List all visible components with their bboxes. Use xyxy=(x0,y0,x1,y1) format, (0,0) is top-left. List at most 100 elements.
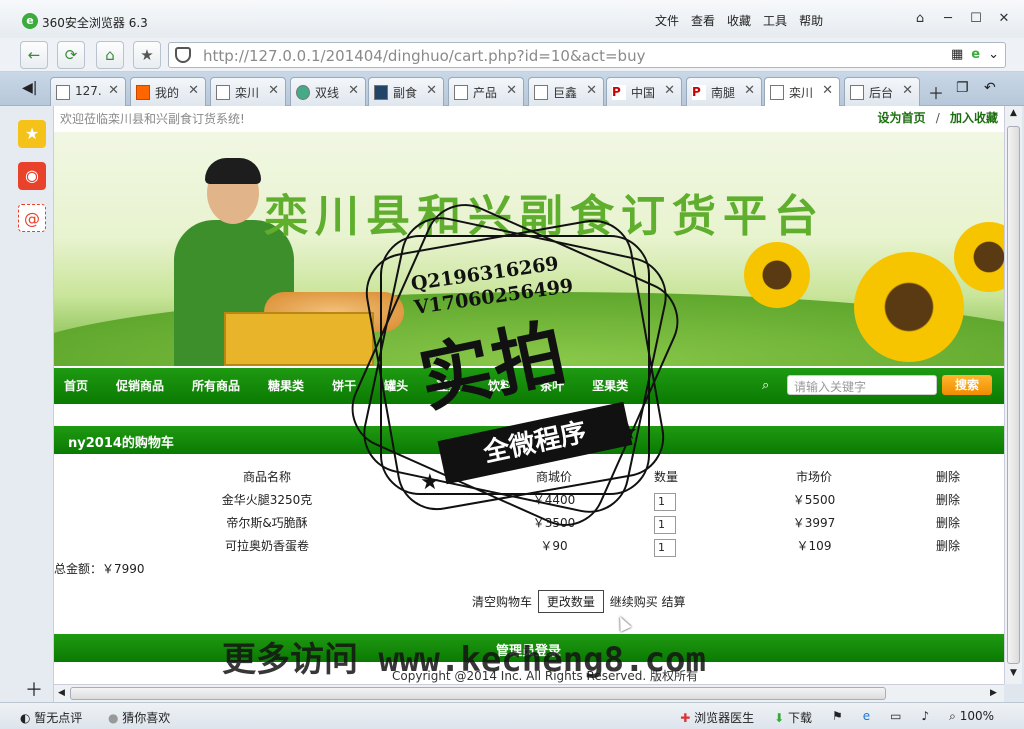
vertical-scroll-thumb[interactable] xyxy=(1007,126,1020,664)
scroll-up-icon[interactable]: ▲ xyxy=(1010,108,1017,118)
window-icon[interactable]: ▭ xyxy=(890,709,901,726)
zoom-control[interactable]: ⌕ 100% xyxy=(949,709,994,726)
tab-8[interactable]: P 中国 ✕ xyxy=(606,77,682,106)
quantity-input[interactable]: 1 xyxy=(654,539,676,557)
search-input[interactable]: 请输入关键字 xyxy=(787,375,937,395)
quantity-input[interactable]: 1 xyxy=(654,516,676,534)
ie-icon[interactable]: e xyxy=(863,709,870,726)
delete-link[interactable]: 删除 xyxy=(928,514,968,531)
tab-11[interactable]: 后台 ✕ xyxy=(844,77,920,106)
menu-help[interactable]: 帮助 xyxy=(799,12,823,29)
tab-close-icon[interactable]: ✕ xyxy=(902,83,913,98)
address-url[interactable]: http://127.0.0.1/201404/dinghuo/cart.php… xyxy=(203,47,645,65)
menu-favorites[interactable]: 收藏 xyxy=(727,12,751,29)
scroll-down-icon[interactable]: ▼ xyxy=(1010,668,1017,678)
nav-home[interactable]: 首页 xyxy=(64,377,102,394)
scroll-left-icon[interactable]: ◀ xyxy=(58,688,65,698)
update-quantity-button[interactable]: 更改数量 xyxy=(537,590,604,613)
refresh-button[interactable]: ⟳ xyxy=(57,41,85,69)
tab-close-icon[interactable]: ✕ xyxy=(664,83,675,98)
menu-tools[interactable]: 工具 xyxy=(763,12,787,29)
address-actions: ▦ e ⌄ xyxy=(951,47,999,62)
item-name[interactable]: 金华火腿3250克 xyxy=(202,491,332,508)
undo-close-icon[interactable]: ↶ xyxy=(984,80,996,96)
tab-close-icon[interactable]: ✕ xyxy=(744,83,755,98)
clear-cart-link[interactable]: 清空购物车 xyxy=(472,595,532,609)
horizontal-scroll-thumb[interactable] xyxy=(70,687,886,700)
continue-shopping-link[interactable]: 继续购买 xyxy=(610,595,658,609)
tab-10-active[interactable]: 栾川 ✕ xyxy=(764,77,840,106)
browser-sidebar: ★ ◉ @ ＋ xyxy=(0,106,54,702)
chevron-down-icon[interactable]: ⌄ xyxy=(988,47,999,62)
nav-all-products[interactable]: 所有商品 xyxy=(192,377,254,394)
delete-link[interactable]: 删除 xyxy=(928,491,968,508)
nav-beans[interactable]: 豆类 xyxy=(436,377,474,394)
tab-close-icon[interactable]: ✕ xyxy=(506,83,517,98)
nav-canned[interactable]: 罐头 xyxy=(384,377,422,394)
speed-icon[interactable]: ⚑ xyxy=(832,709,843,726)
menu-view[interactable]: 查看 xyxy=(691,12,715,29)
basket-image xyxy=(224,312,374,366)
checkout-link[interactable]: 结算 xyxy=(662,595,686,609)
nav-promo[interactable]: 促销商品 xyxy=(116,377,178,394)
tab-7[interactable]: 巨鑫 ✕ xyxy=(528,77,604,106)
quantity-input[interactable]: 1 xyxy=(654,493,676,511)
nav-biscuit[interactable]: 饼干 xyxy=(332,377,370,394)
menu-file[interactable]: 文件 xyxy=(655,12,679,29)
tab-3[interactable]: 栾川 ✕ xyxy=(210,77,286,106)
set-home-link[interactable]: 设为首页 xyxy=(878,111,926,125)
add-sidebar-icon[interactable]: ＋ xyxy=(25,676,43,702)
weibo-icon[interactable]: ◉ xyxy=(18,162,46,190)
download-button[interactable]: ⬇ 下载 xyxy=(774,709,812,726)
tab-close-icon[interactable]: ✕ xyxy=(426,83,437,98)
tab-4[interactable]: 双线 ✕ xyxy=(290,77,366,106)
pin-icon[interactable]: ⌂ xyxy=(906,8,934,30)
recommend-status[interactable]: ● 猜你喜欢 xyxy=(108,709,170,726)
minimize-button[interactable]: ─ xyxy=(934,8,962,30)
new-tab-button[interactable]: ＋ xyxy=(928,80,944,104)
qr-code-icon[interactable]: ▦ xyxy=(951,47,963,62)
tab-close-icon[interactable]: ✕ xyxy=(108,83,119,98)
copyright-text: Copyright @2014 Inc. All Rights Reserved… xyxy=(392,669,699,683)
ie-mode-icon[interactable]: e xyxy=(971,47,980,62)
tab-close-icon[interactable]: ✕ xyxy=(268,83,279,98)
nav-nuts[interactable]: 坚果类 xyxy=(592,377,642,394)
delete-link[interactable]: 删除 xyxy=(928,537,968,554)
horizontal-scrollbar[interactable]: ◀ ▶ xyxy=(54,684,1004,702)
search-button[interactable]: 搜索 xyxy=(942,375,992,395)
mail-icon[interactable]: @ xyxy=(18,204,46,232)
tab-close-icon[interactable]: ✕ xyxy=(822,83,833,98)
header-qty: 数量 xyxy=(654,470,679,484)
tab-close-icon[interactable]: ✕ xyxy=(348,83,359,98)
tab-2[interactable]: 我的 ✕ xyxy=(130,77,206,106)
tab-1[interactable]: 127. ✕ xyxy=(50,77,126,106)
tab-6[interactable]: 产品 ✕ xyxy=(448,77,524,106)
vertical-scrollbar[interactable]: ▲ ▼ xyxy=(1004,106,1022,684)
nav-candy[interactable]: 糖果类 xyxy=(268,377,318,394)
tab-9[interactable]: P 南腿 ✕ xyxy=(686,77,762,106)
item-name[interactable]: 帝尔斯&巧脆酥 xyxy=(202,514,332,531)
browser-doctor-button[interactable]: ✚ 浏览器医生 xyxy=(680,709,754,726)
home-button[interactable]: ⌂ xyxy=(96,41,124,69)
close-button[interactable]: ✕ xyxy=(990,8,1018,30)
admin-login-link[interactable]: 管理员登录 xyxy=(496,640,561,659)
sidebar-toggle-icon[interactable]: ◀| xyxy=(22,80,37,96)
address-bar[interactable]: http://127.0.0.1/201404/dinghuo/cart.php… xyxy=(168,42,1006,68)
tab-5[interactable]: 副食 ✕ xyxy=(368,77,444,106)
status-bar: ◐ 暂无点评 ● 猜你喜欢 ✚ 浏览器医生 ⬇ 下载 ⚑ e ▭ ♪ ⌕ 100… xyxy=(0,702,1024,729)
scroll-right-icon[interactable]: ▶ xyxy=(990,688,997,698)
maximize-button[interactable]: ☐ xyxy=(962,8,990,30)
rating-status[interactable]: ◐ 暂无点评 xyxy=(20,709,82,726)
restore-tab-icon[interactable]: ❐ xyxy=(956,80,969,96)
search-icon: ⌕ xyxy=(762,378,770,393)
item-name[interactable]: 可拉奥奶香蛋卷 xyxy=(202,537,332,554)
back-button[interactable]: ← xyxy=(20,41,48,69)
volume-icon[interactable]: ♪ xyxy=(921,709,929,726)
tab-close-icon[interactable]: ✕ xyxy=(586,83,597,98)
nav-drinks[interactable]: 饮料 xyxy=(488,377,526,394)
tab-close-icon[interactable]: ✕ xyxy=(188,83,199,98)
add-favorite-link[interactable]: 加入收藏 xyxy=(950,111,998,125)
nav-tea[interactable]: 茶叶 xyxy=(540,377,578,394)
favorite-star-button[interactable]: ★ xyxy=(133,41,161,69)
favorites-star-icon[interactable]: ★ xyxy=(18,120,46,148)
